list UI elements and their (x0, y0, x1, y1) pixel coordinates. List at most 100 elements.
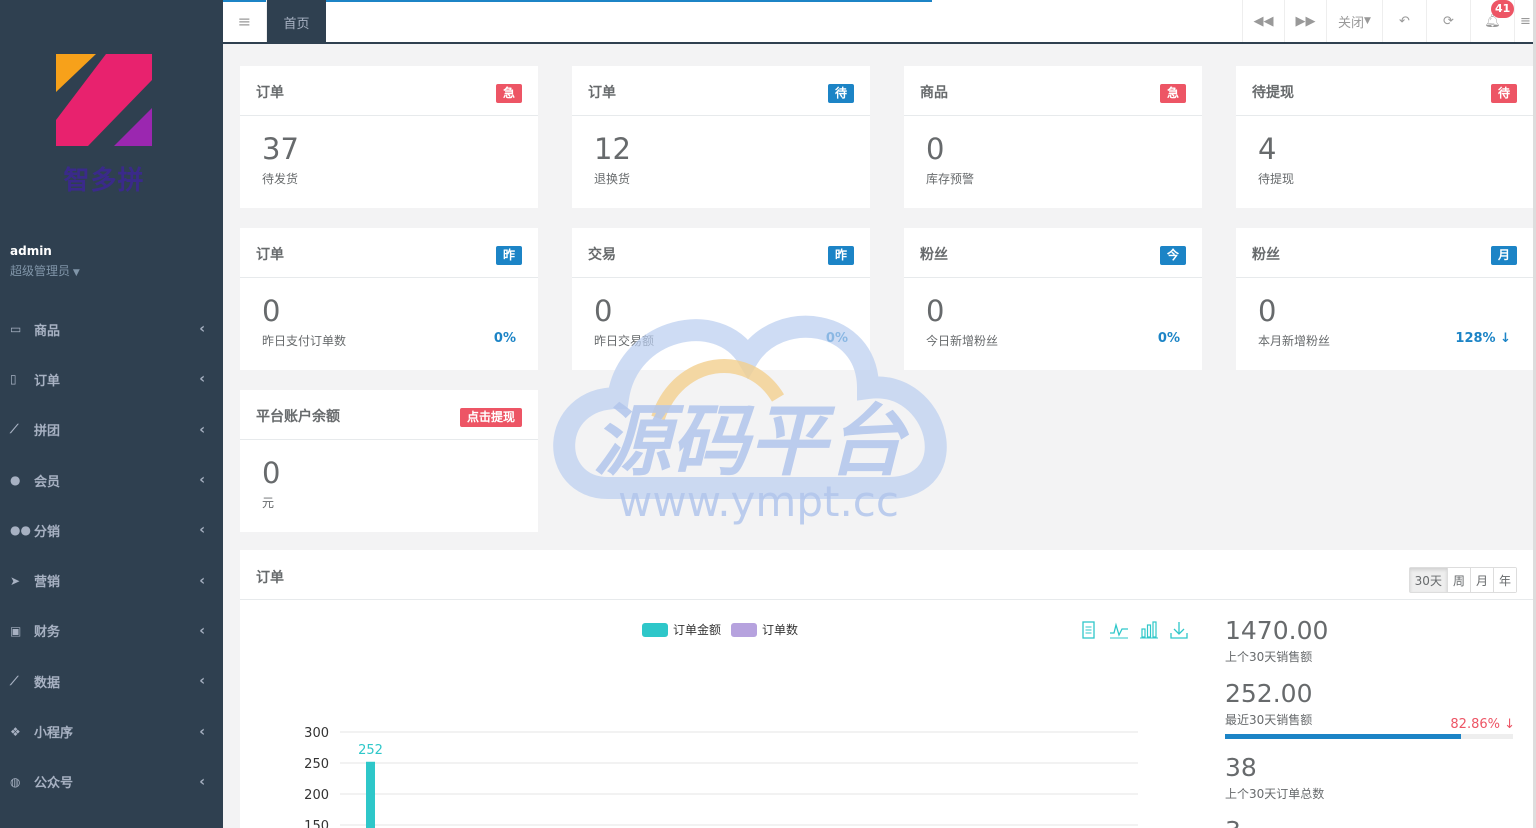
scroll-tabs-right-button[interactable]: ▶▶ (1284, 0, 1326, 42)
card-value: 0 (1258, 294, 1277, 328)
sidebar-item-orders[interactable]: ▯ 订单 ‹ (0, 354, 223, 404)
file-icon: ▯ (10, 372, 17, 387)
range-year-button[interactable]: 年 (1492, 568, 1516, 592)
sidebar-item-label: 分销 (34, 524, 61, 540)
sidebar-item-mini-program[interactable]: ❖ 小程序 ‹ (0, 706, 223, 756)
summary-recent-30d-sales: 252.00 最近30天销售额 82.86% ↓ (1225, 679, 1515, 739)
sidebar-item-distribution[interactable]: ●● 分销 ‹ (0, 505, 223, 555)
user-profile: admin 超级管理员 ▼ (10, 244, 80, 279)
card-value: 0 (262, 294, 281, 328)
sidebar-item-label: 订单 (34, 373, 61, 389)
card-sub-label: 待发货 (262, 172, 299, 186)
logo-text: 智多拼 (63, 166, 145, 196)
card-title: 订单 (256, 247, 284, 263)
hamburger-icon: ≡ (237, 11, 252, 31)
back-button[interactable]: ↶ (1382, 0, 1426, 42)
user-role-dropdown[interactable]: 超级管理员 ▼ (10, 262, 80, 279)
card-percent: 128% ↓ (1455, 331, 1511, 346)
sidebar-item-goods[interactable]: ▭ 商品 ‹ (0, 304, 223, 354)
sidebar-nav: ▭ 商品 ‹ ▯ 订单 ‹ ⟋ 拼团 ‹ ● 会员 ‹ ●● 分销 ‹ ➤ 营销… (0, 304, 223, 807)
card-value: 37 (262, 132, 299, 166)
stat-card-orders-yesterday: 订单 昨 0 昨日支付订单数 0% (240, 228, 538, 370)
chart-bar[interactable] (366, 761, 375, 828)
card-badge: 月 (1490, 246, 1517, 265)
summary-progress-fill (1225, 734, 1462, 739)
sidebar-item-marketing[interactable]: ➤ 营销 ‹ (0, 555, 223, 605)
sidebar-item-label: 会员 (34, 474, 61, 490)
card-title: 商品 (920, 85, 948, 101)
close-tabs-dropdown[interactable]: 关闭 ▼ (1326, 0, 1382, 42)
summary-label: 上个30天销售额 (1225, 650, 1313, 664)
card-sub-label: 库存预警 (926, 172, 975, 186)
sidebar-item-data[interactable]: ⟋ 数据 ‹ (0, 656, 223, 706)
page-load-progress (223, 0, 933, 2)
sidebar-item-group-buy[interactable]: ⟋ 拼团 ‹ (0, 405, 223, 455)
chevron-left-icon: ‹ (199, 472, 205, 489)
refresh-button[interactable]: ⟳ (1426, 0, 1470, 42)
menu-toggle-button[interactable]: ≡ (223, 0, 267, 42)
range-month-button[interactable]: 月 (1469, 568, 1493, 592)
caret-down-icon: ▼ (70, 268, 80, 278)
wechat-icon: ◍ (10, 774, 21, 789)
top-bar: ≡ 首页 ◀◀ ▶▶ 关闭 ▼ ↶ ⟳ 🔔︎ 41 ≡ (223, 0, 1536, 44)
scroll-tabs-left-button[interactable]: ◀◀ (1242, 0, 1284, 42)
sidebar-item-official-account[interactable]: ◍ 公众号 ‹ (0, 757, 223, 807)
chevron-left-icon: ‹ (199, 522, 205, 539)
card-percent: 0% (1157, 331, 1180, 346)
chevron-left-icon: ‹ (199, 421, 205, 438)
chevron-left-icon: ‹ (199, 673, 205, 690)
notifications-button[interactable]: 🔔︎ 41 (1470, 0, 1515, 42)
card-title: 订单 (588, 85, 616, 101)
stat-card-withdrawals: 待提现 待 4 待提现 (1236, 66, 1533, 208)
chevron-left-icon: ‹ (199, 773, 205, 790)
range-30d-button[interactable]: 30天 (1409, 568, 1447, 592)
card-badge: 急 (1159, 84, 1186, 103)
summary-value: 3 (1225, 816, 1515, 828)
y-tick-label: 200 (304, 788, 329, 803)
watermark-url: www.ympt.cc (618, 477, 899, 526)
card-badge: 今 (1159, 246, 1186, 265)
laptop-icon: ▭ (10, 322, 22, 337)
card-badge: 急 (495, 84, 522, 103)
card-sub-label: 退换货 (594, 172, 631, 186)
money-icon: ▣ (10, 623, 22, 638)
order-chart: 订单金额 订单数 300250200150100252 (240, 600, 1200, 828)
sidebar-item-members[interactable]: ● 会员 ‹ (0, 455, 223, 505)
y-tick-label: 250 (304, 757, 329, 772)
sidebar-item-finance[interactable]: ▣ 财务 ‹ (0, 606, 223, 656)
user-icon: ● (10, 473, 21, 488)
range-selector: 30天 周 月 年 (1408, 567, 1517, 593)
stat-card-trade-yesterday: 交易 昨 0 昨日交易额 0% (572, 228, 870, 370)
caret-down-icon: ▼ (1364, 16, 1371, 26)
card-percent: 0% (825, 331, 848, 346)
summary-last-30d-sales: 1470.00 上个30天销售额 (1225, 616, 1515, 665)
sidebar-item-label: 财务 (34, 625, 61, 641)
card-percent: 0% (493, 331, 516, 346)
chart-canvas: 300250200150100252 (304, 726, 1138, 828)
y-tick-label: 300 (304, 726, 329, 741)
summary-last-30d-orders: 38 上个30天订单总数 (1225, 753, 1515, 802)
card-title: 平台账户余额 (256, 409, 340, 425)
reply-icon: ↶ (1399, 13, 1410, 29)
user-name: admin (10, 244, 52, 258)
summary-percent: 82.86% ↓ (1450, 717, 1515, 732)
card-title: 待提现 (1252, 85, 1294, 101)
withdraw-button[interactable]: 点击提现 (459, 408, 522, 427)
card-sub-label: 昨日支付订单数 (262, 334, 347, 348)
card-value: 0 (262, 456, 281, 490)
card-value: 0 (926, 132, 945, 166)
chevron-left-icon: ‹ (199, 371, 205, 388)
paper-plane-icon: ➤ (10, 573, 21, 588)
sidebar-item-label: 商品 (34, 323, 61, 339)
summary-value: 252.00 (1225, 679, 1313, 708)
y-tick-label: 150 (304, 819, 329, 828)
card-sub-label: 今日新增粉丝 (926, 334, 999, 348)
range-week-button[interactable]: 周 (1446, 568, 1470, 592)
users-icon: ●● (10, 523, 31, 538)
chevron-left-icon: ‹ (199, 723, 205, 740)
stat-card-fans-today: 粉丝 今 0 今日新增粉丝 0% (904, 228, 1202, 370)
card-title: 交易 (588, 247, 616, 263)
chevron-left-icon: ‹ (199, 622, 205, 639)
card-badge: 昨 (495, 246, 522, 265)
tab-home[interactable]: 首页 (267, 0, 326, 44)
